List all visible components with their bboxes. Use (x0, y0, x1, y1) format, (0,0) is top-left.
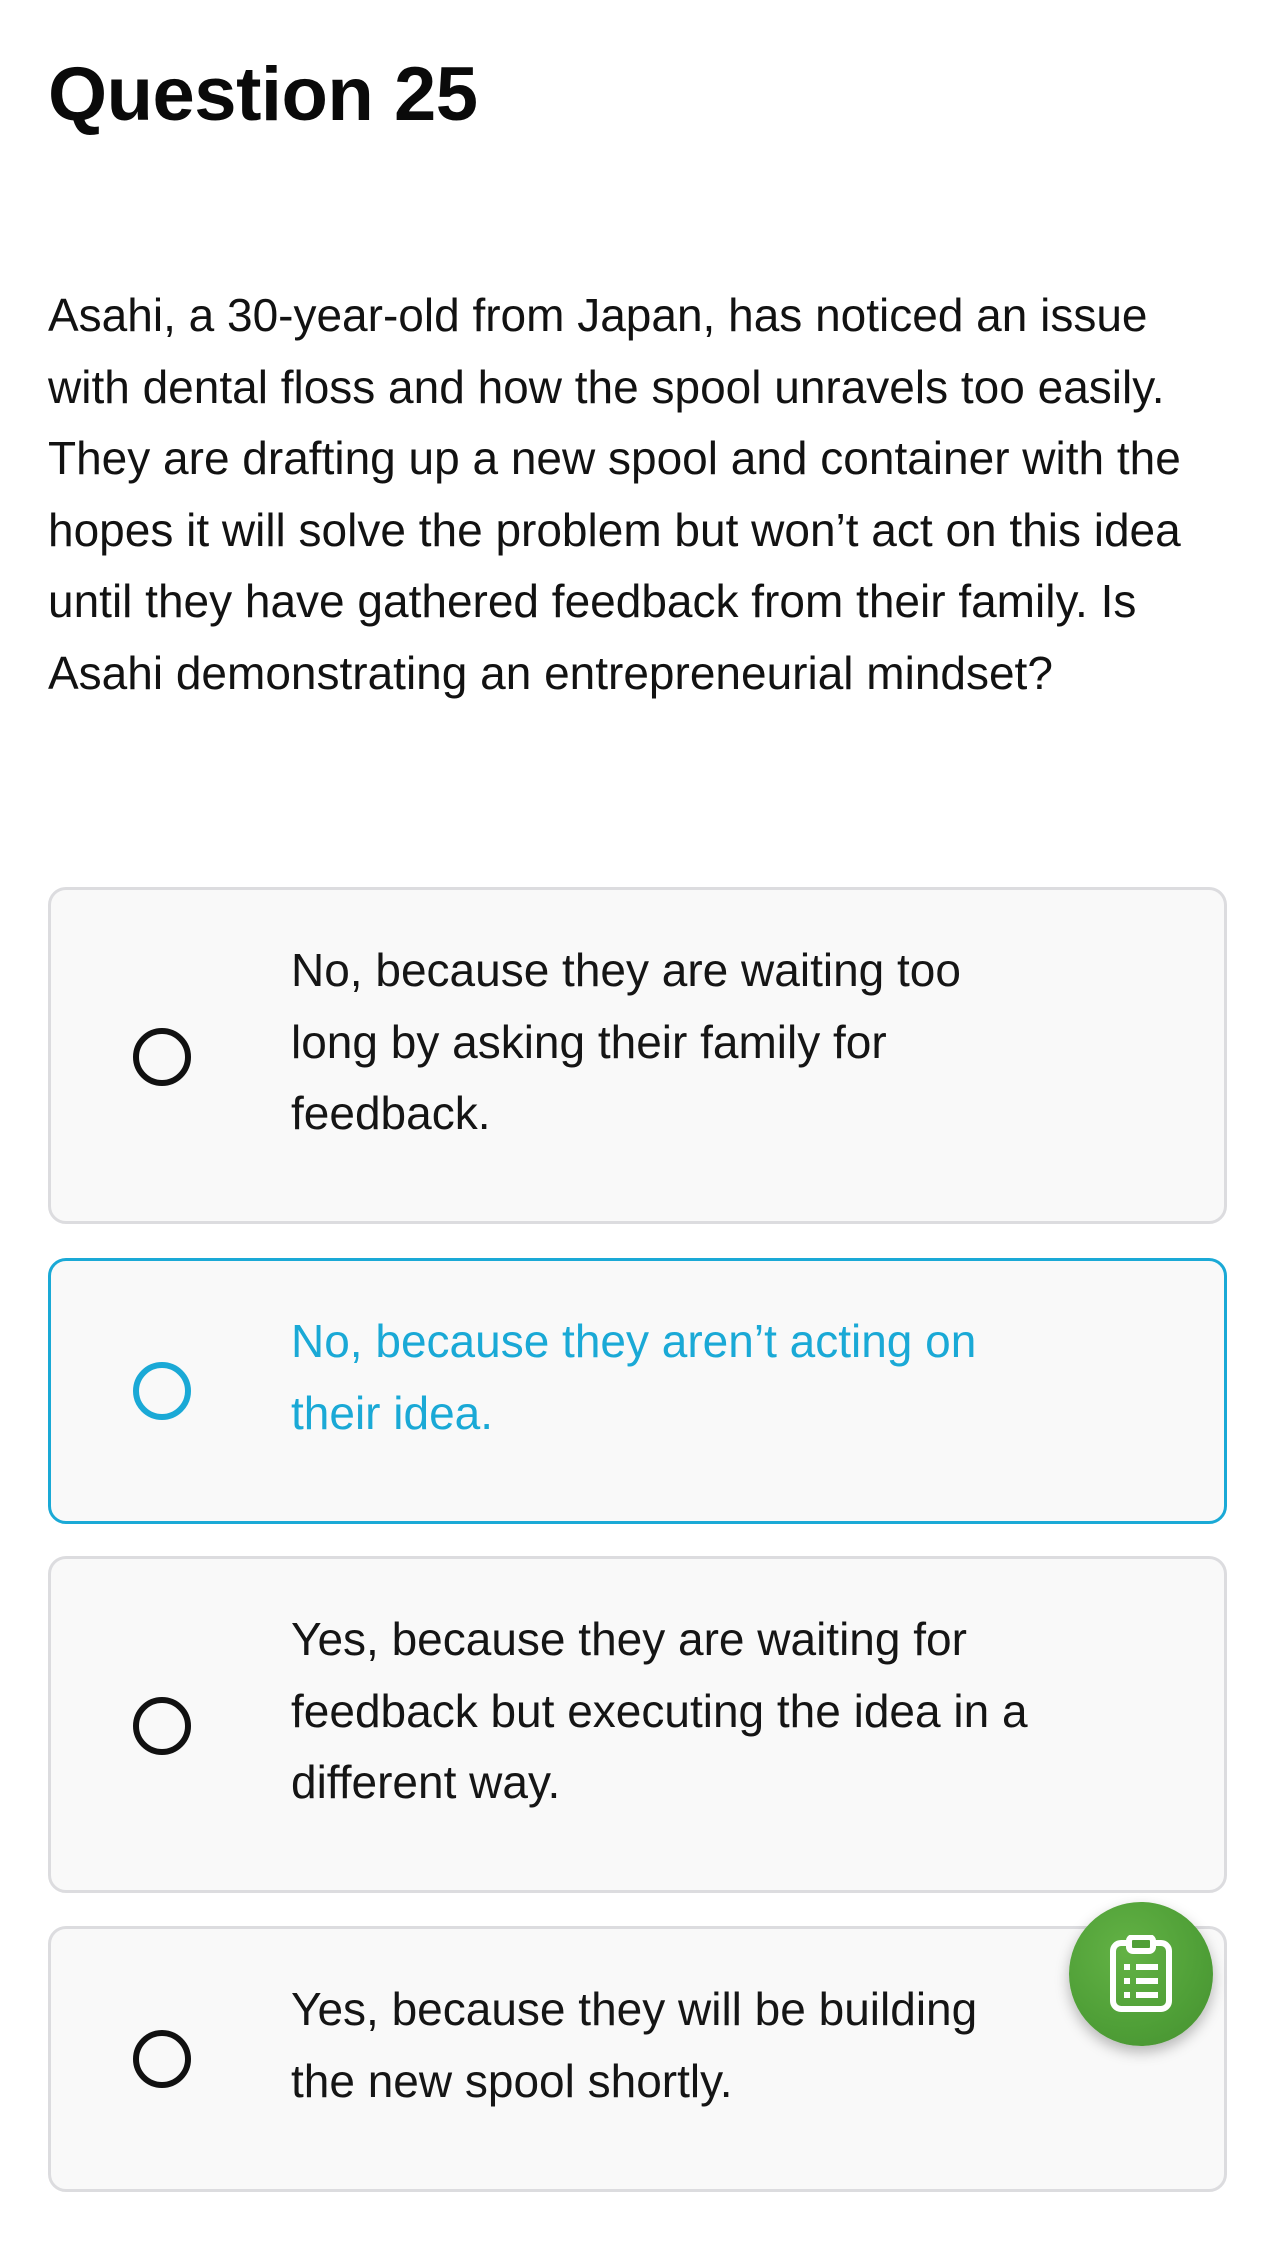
answer-option-4[interactable]: Yes, because they will be building the n… (48, 1926, 1227, 2192)
answer-option-label: No, because they are waiting too long by… (291, 944, 961, 1139)
radio-button-icon[interactable] (133, 1028, 191, 1086)
question-text: Asahi, a 30-year-old from Japan, has not… (48, 289, 1181, 699)
answer-option-1[interactable]: No, because they are waiting too long by… (48, 887, 1227, 1224)
clipboard-list-icon (1109, 1934, 1173, 2013)
answer-option-label: Yes, because they are waiting for feedba… (291, 1613, 1028, 1808)
radio-button-icon[interactable] (133, 2030, 191, 2088)
answer-option-label: Yes, because they will be building the n… (291, 1983, 978, 2107)
notes-fab-button[interactable] (1069, 1902, 1213, 2046)
answer-option-label: No, because they aren’t acting on their … (291, 1315, 977, 1439)
answer-option-2[interactable]: No, because they aren’t acting on their … (48, 1258, 1227, 1524)
page-title: Question 25 (48, 52, 478, 137)
radio-button-icon[interactable] (133, 1362, 191, 1420)
answer-option-3[interactable]: Yes, because they are waiting for feedba… (48, 1556, 1227, 1893)
radio-button-icon[interactable] (133, 1697, 191, 1755)
